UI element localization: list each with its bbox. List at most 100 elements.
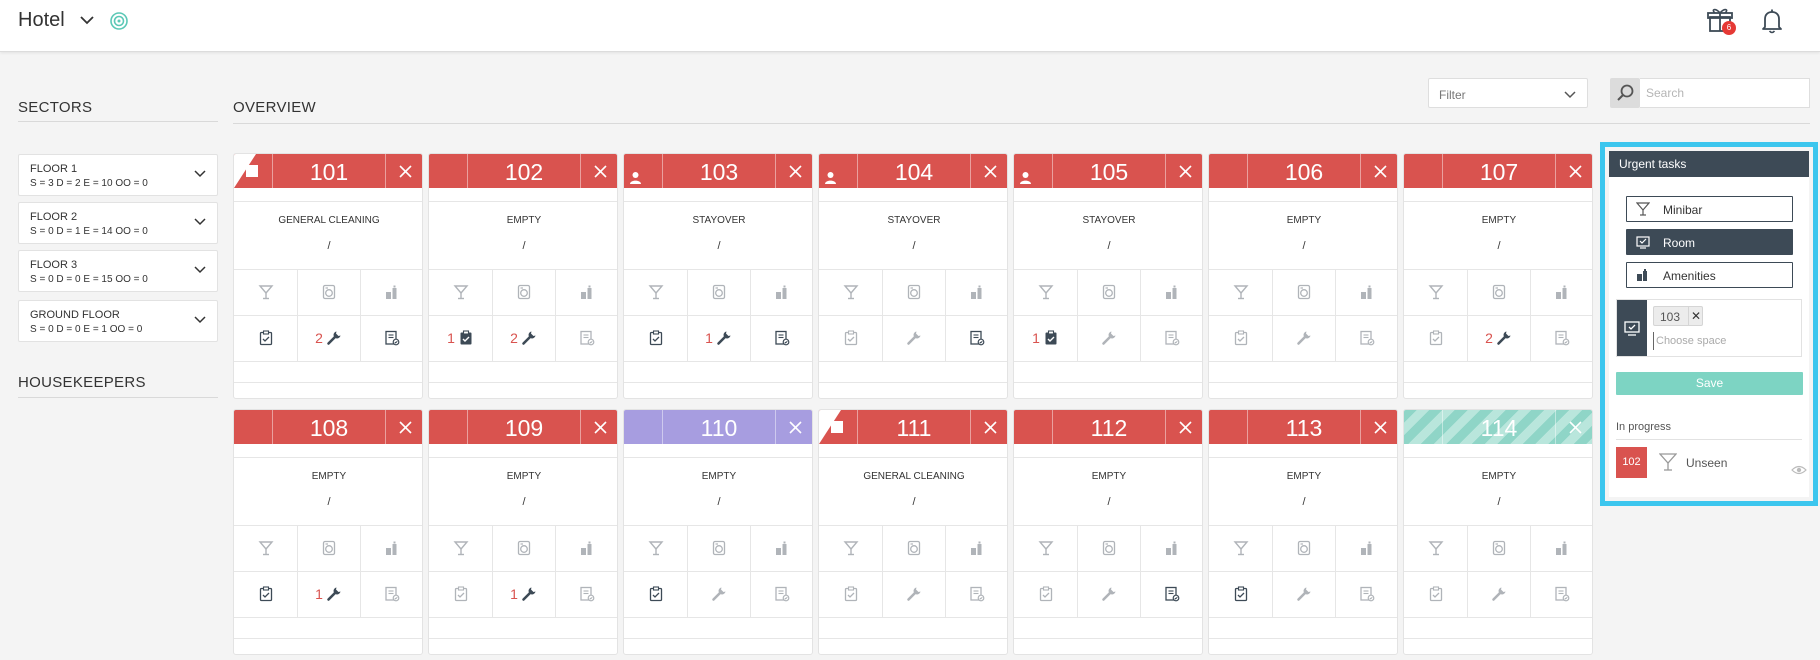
room-card[interactable]: 112 EMPTY / <box>1013 409 1203 655</box>
room-card[interactable]: 106 EMPTY / <box>1208 153 1398 399</box>
task-cell[interactable] <box>624 315 687 361</box>
note-cell[interactable] <box>1530 315 1592 361</box>
task-cell[interactable] <box>1209 315 1272 361</box>
category-room-button[interactable]: Room <box>1626 229 1793 255</box>
close-icon[interactable] <box>983 420 998 435</box>
search-input[interactable] <box>1640 78 1810 108</box>
chevron-down-icon[interactable] <box>78 13 96 27</box>
room-close-area[interactable] <box>385 410 422 444</box>
maintenance-cell[interactable] <box>1272 315 1335 361</box>
minibar-cell[interactable] <box>429 269 492 315</box>
target-icon[interactable] <box>109 11 129 31</box>
close-icon[interactable] <box>398 164 413 179</box>
room-close-area[interactable] <box>580 154 617 188</box>
minibar-cell[interactable] <box>1014 525 1077 571</box>
close-icon[interactable] <box>788 420 803 435</box>
amenities-cell[interactable] <box>750 269 812 315</box>
note-cell[interactable] <box>750 315 812 361</box>
laundry-cell[interactable] <box>297 525 360 571</box>
floor-card[interactable]: FLOOR 3 S = 0 D = 0 E = 15 OO = 0 <box>18 250 218 292</box>
laundry-cell[interactable] <box>687 269 750 315</box>
minibar-cell[interactable] <box>624 269 687 315</box>
task-cell[interactable] <box>1404 571 1467 617</box>
amenities-cell[interactable] <box>1140 269 1202 315</box>
room-header[interactable]: 111 <box>819 410 1007 444</box>
room-close-area[interactable] <box>775 410 812 444</box>
chevron-down-icon[interactable] <box>193 315 207 325</box>
task-cell[interactable] <box>1209 571 1272 617</box>
room-close-area[interactable] <box>1555 154 1592 188</box>
close-icon[interactable] <box>1178 420 1193 435</box>
note-cell[interactable] <box>1140 571 1202 617</box>
maintenance-cell[interactable]: 2 <box>1467 315 1530 361</box>
minibar-cell[interactable] <box>1014 269 1077 315</box>
laundry-cell[interactable] <box>492 269 555 315</box>
room-header[interactable]: 108 <box>234 410 422 444</box>
remove-space-button[interactable]: ✕ <box>1688 307 1703 325</box>
laundry-cell[interactable] <box>1077 269 1140 315</box>
room-card[interactable]: 101 GENERAL CLEANING / 2 <box>233 153 423 399</box>
amenities-cell[interactable] <box>1530 525 1592 571</box>
note-cell[interactable] <box>945 315 1007 361</box>
amenities-cell[interactable] <box>945 525 1007 571</box>
amenities-cell[interactable] <box>945 269 1007 315</box>
room-close-area[interactable] <box>1165 410 1202 444</box>
close-icon[interactable] <box>1178 164 1193 179</box>
maintenance-cell[interactable] <box>1467 571 1530 617</box>
room-header[interactable]: 105 <box>1014 154 1202 188</box>
room-header[interactable]: 106 <box>1209 154 1397 188</box>
minibar-cell[interactable] <box>624 525 687 571</box>
minibar-cell[interactable] <box>234 269 297 315</box>
room-header[interactable]: 101 <box>234 154 422 188</box>
minibar-cell[interactable] <box>819 525 882 571</box>
note-cell[interactable] <box>945 571 1007 617</box>
amenities-cell[interactable] <box>1140 525 1202 571</box>
note-cell[interactable] <box>1140 315 1202 361</box>
amenities-cell[interactable] <box>555 525 617 571</box>
laundry-cell[interactable] <box>1467 269 1530 315</box>
room-header[interactable]: 107 <box>1404 154 1592 188</box>
bell-icon[interactable] <box>1757 6 1787 36</box>
task-cell[interactable] <box>429 571 492 617</box>
maintenance-cell[interactable]: 1 <box>297 571 360 617</box>
amenities-cell[interactable] <box>1335 269 1397 315</box>
close-icon[interactable] <box>1568 420 1583 435</box>
laundry-cell[interactable] <box>687 525 750 571</box>
room-close-area[interactable] <box>1360 154 1397 188</box>
minibar-cell[interactable] <box>819 269 882 315</box>
room-card[interactable]: 105 STAYOVER / 1 <box>1013 153 1203 399</box>
room-card[interactable]: 114 EMPTY / <box>1403 409 1593 655</box>
close-icon[interactable] <box>1373 420 1388 435</box>
eye-icon[interactable] <box>1791 464 1807 476</box>
room-card[interactable]: 111 GENERAL CLEANING / <box>818 409 1008 655</box>
room-card[interactable]: 113 EMPTY / <box>1208 409 1398 655</box>
task-cell[interactable] <box>819 571 882 617</box>
close-icon[interactable] <box>1373 164 1388 179</box>
maintenance-cell[interactable] <box>1077 315 1140 361</box>
minibar-cell[interactable] <box>1404 525 1467 571</box>
note-cell[interactable] <box>555 315 617 361</box>
room-card[interactable]: 107 EMPTY / 2 <box>1403 153 1593 399</box>
room-close-area[interactable] <box>385 154 422 188</box>
minibar-cell[interactable] <box>234 525 297 571</box>
filter-select[interactable]: Filter <box>1428 78 1588 108</box>
checkbox-icon[interactable] <box>831 421 843 433</box>
maintenance-cell[interactable] <box>882 571 945 617</box>
laundry-cell[interactable] <box>1467 525 1530 571</box>
task-cell[interactable]: 1 <box>429 315 492 361</box>
laundry-cell[interactable] <box>297 269 360 315</box>
amenities-cell[interactable] <box>360 269 422 315</box>
task-cell[interactable] <box>624 571 687 617</box>
note-cell[interactable] <box>750 571 812 617</box>
close-icon[interactable] <box>983 164 998 179</box>
maintenance-cell[interactable] <box>687 571 750 617</box>
room-card[interactable]: 103 STAYOVER / 1 <box>623 153 813 399</box>
note-cell[interactable] <box>1530 571 1592 617</box>
chevron-down-icon[interactable] <box>193 217 207 227</box>
note-cell[interactable] <box>360 571 422 617</box>
room-card[interactable]: 104 STAYOVER / <box>818 153 1008 399</box>
close-icon[interactable] <box>788 164 803 179</box>
room-card[interactable]: 110 EMPTY / <box>623 409 813 655</box>
task-cell[interactable] <box>819 315 882 361</box>
room-header[interactable]: 104 <box>819 154 1007 188</box>
